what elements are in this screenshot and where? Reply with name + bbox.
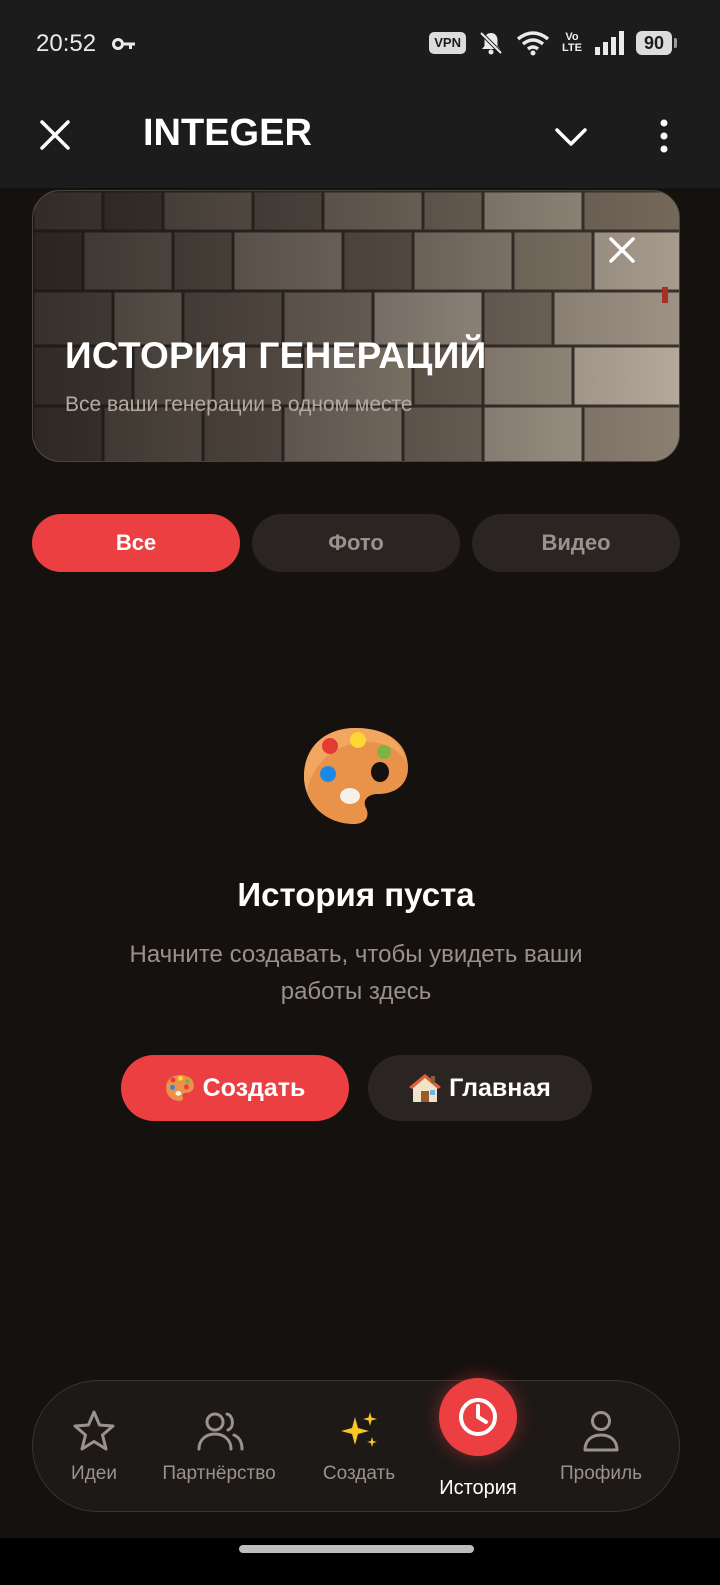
create-button-label: Создать [202,1073,306,1102]
filter-tabs: Все Фото Видео [32,514,680,572]
more-vertical-icon[interactable] [652,116,676,156]
palette-icon [165,1075,194,1101]
signal-icon [594,31,624,55]
tab-video[interactable]: Видео [472,514,680,572]
clock-icon [459,1398,497,1436]
nav-item-ideas[interactable]: Идеи [43,1381,145,1513]
empty-state-title: История пуста [237,876,475,913]
nav-label-profile: Профиль [559,1463,643,1484]
house-icon [409,1074,442,1102]
vpn-key-icon [112,38,135,50]
banner-overlay [33,191,679,461]
vpn-badge: VPN [429,32,466,54]
nav-item-profile[interactable]: Профиль [551,1381,651,1513]
create-button[interactable]: Создать [121,1055,349,1121]
battery-indicator: 90 [635,31,678,55]
bottom-navigation: Идеи Партнёрство Создать История Профиль [32,1378,680,1513]
status-bar: 20:52 VPN Vo LTE 90 [0,0,720,90]
nav-item-partnership[interactable]: Партнёрство [153,1381,285,1513]
home-button[interactable]: Главная [368,1055,592,1121]
bell-off-icon [479,31,503,55]
sparkles-icon [341,1412,377,1447]
users-icon [197,1412,244,1451]
app-bar: INTEGER [0,90,720,188]
history-banner: ИСТОРИЯ ГЕНЕРАЦИЙ Все ваши генерации в о… [32,190,680,462]
palette-icon [304,728,408,824]
nav-label-create: Создать [322,1463,396,1484]
status-time: 20:52 [36,30,97,57]
nav-item-history[interactable] [439,1378,517,1456]
app-title: INTEGER [143,112,312,154]
volte-indicator: Vo LTE [562,31,582,54]
nav-item-create[interactable]: Создать [305,1381,413,1513]
chevron-down-icon[interactable] [552,118,590,156]
banner-subtitle: Все ваши генерации в одном месте [65,393,413,416]
tab-photo[interactable]: Фото [252,514,460,572]
wifi-icon [516,31,550,56]
tab-all[interactable]: Все [32,514,240,572]
close-icon[interactable] [36,116,74,154]
nav-label-ideas: Идеи [71,1463,117,1484]
home-button-label: Главная [449,1073,551,1102]
user-icon [583,1411,619,1452]
nav-label-partnership: Партнёрство [162,1463,276,1484]
star-icon [73,1410,115,1451]
empty-state-text: Начните создавать, чтобы увидеть ваши ра… [129,941,583,1005]
banner-title: ИСТОРИЯ ГЕНЕРАЦИЙ [65,335,487,376]
nav-label-history: История [439,1477,517,1499]
gesture-handle[interactable] [239,1545,474,1553]
banner-close-icon[interactable] [607,235,637,265]
